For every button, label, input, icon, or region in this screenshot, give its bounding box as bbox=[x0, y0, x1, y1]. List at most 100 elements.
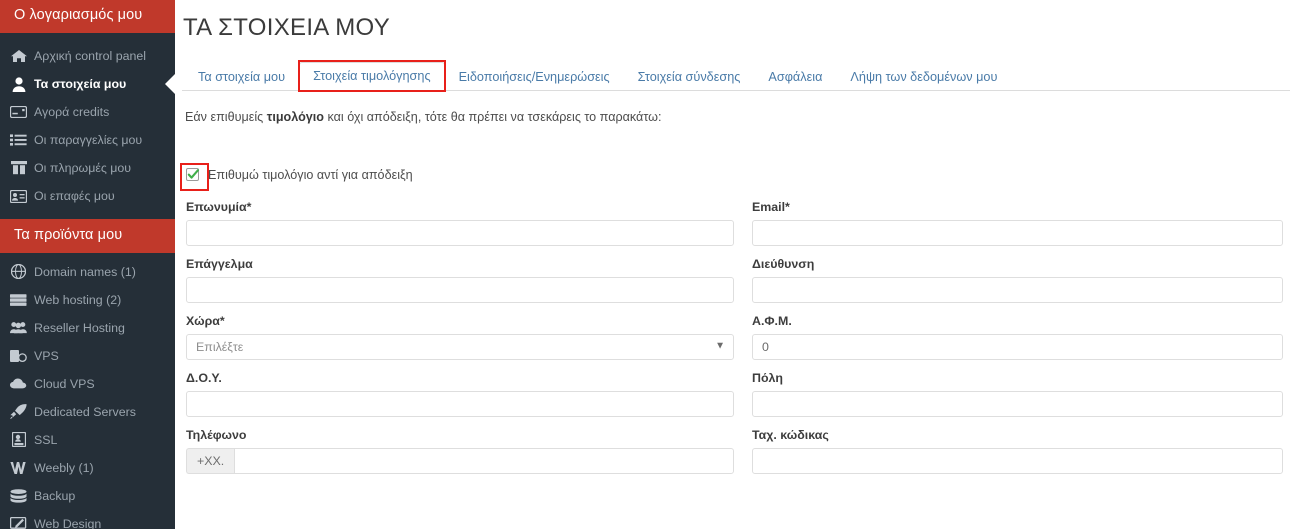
sidebar-item-label: SSL bbox=[34, 432, 58, 447]
city-label: Πόλη bbox=[752, 371, 783, 386]
field-vat-number: Α.Φ.Μ. bbox=[752, 314, 1283, 361]
sidebar-item-buy-credits[interactable]: Αγορά credits bbox=[0, 98, 175, 126]
home-icon bbox=[10, 49, 27, 64]
field-company-name: Επωνυμία* bbox=[186, 200, 734, 247]
tab-login-details[interactable]: Στοιχεία σύνδεσης bbox=[624, 63, 755, 92]
sidebar-item-weebly[interactable]: Weebly (1) bbox=[0, 454, 175, 482]
field-address: Διεύθυνση bbox=[752, 257, 1283, 304]
invoice-checkbox[interactable] bbox=[186, 167, 200, 181]
tab-label: Ασφάλεια bbox=[768, 70, 823, 84]
invoice-checkbox-label: Επιθυμώ τιμολόγιο αντί για απόδειξη bbox=[208, 168, 413, 183]
postal-code-label: Ταχ. κώδικας bbox=[752, 428, 829, 443]
sidebar-item-label: Cloud VPS bbox=[34, 376, 95, 391]
credit-card-icon bbox=[10, 105, 27, 120]
field-email: Email* bbox=[752, 200, 1283, 247]
sidebar-item-ssl[interactable]: SSL bbox=[0, 426, 175, 454]
intro-bold-term: τιμολόγιο bbox=[266, 110, 324, 124]
sidebar-item-web-design[interactable]: Web Design bbox=[0, 510, 175, 529]
phone-label: Τηλέφωνο bbox=[186, 428, 247, 443]
sidebar-item-label: Οι πληρωμές μου bbox=[34, 161, 132, 176]
sidebar-item-domain-names[interactable]: Domain names (1) bbox=[0, 258, 175, 286]
sidebar-products-list: Domain names (1) Web hosting (2) Reselle… bbox=[0, 258, 175, 529]
tax-office-input[interactable] bbox=[186, 391, 734, 418]
city-input[interactable] bbox=[752, 391, 1283, 418]
address-label: Διεύθυνση bbox=[752, 257, 815, 272]
profession-label: Επάγγελμα bbox=[186, 257, 253, 272]
country-select[interactable]: Επιλέξτε bbox=[186, 334, 734, 361]
main-content: ΤΑ ΣΤΟΙΧΕΙΑ ΜΟΥ Τα στοιχεία μου Στοιχεία… bbox=[175, 0, 1300, 529]
sidebar-item-my-contacts[interactable]: Οι επαφές μου bbox=[0, 182, 175, 210]
email-input[interactable] bbox=[752, 220, 1283, 247]
sidebar: Ο λογαριασμός μου Αρχική control panel Τ… bbox=[0, 0, 175, 529]
postal-code-input[interactable] bbox=[752, 448, 1283, 475]
intro-text: Εάν επιθυμείς τιμολόγιο και όχι απόδειξη… bbox=[182, 108, 1290, 126]
rocket-icon bbox=[10, 404, 27, 420]
design-icon bbox=[10, 516, 27, 529]
active-indicator-caret-icon bbox=[165, 73, 175, 96]
sidebar-item-my-details[interactable]: Τα στοιχεία μου bbox=[0, 70, 175, 98]
server-icon bbox=[10, 292, 27, 307]
phone-country-prefix: +XX. bbox=[186, 448, 235, 475]
country-label: Χώρα* bbox=[186, 314, 225, 329]
sidebar-item-label: Αγορά credits bbox=[34, 105, 110, 120]
tab-label: Ειδοποιήσεις/Ενημερώσεις bbox=[458, 70, 610, 84]
sidebar-item-label: Τα στοιχεία μου bbox=[34, 77, 127, 92]
phone-input-group: +XX. bbox=[186, 448, 734, 475]
sidebar-item-label: Dedicated Servers bbox=[34, 404, 136, 419]
email-label: Email* bbox=[752, 200, 790, 215]
country-select-wrap: Επιλέξτε ▼ bbox=[186, 334, 734, 361]
field-country: Χώρα* Επιλέξτε ▼ bbox=[186, 314, 734, 361]
intro-prefix: Εάν επιθυμείς bbox=[185, 110, 267, 124]
sidebar-item-label: Backup bbox=[34, 488, 76, 503]
tab-label: Τα στοιχεία μου bbox=[198, 70, 286, 84]
sidebar-item-label: Reseller Hosting bbox=[34, 320, 125, 335]
invoice-checkbox-highlight bbox=[180, 162, 209, 191]
account-page: Ο λογαριασμός μου Αρχική control panel Τ… bbox=[0, 0, 1300, 529]
vps-icon bbox=[10, 348, 27, 363]
sidebar-item-dedicated-servers[interactable]: Dedicated Servers bbox=[0, 398, 175, 426]
tab-security[interactable]: Ασφάλεια bbox=[754, 63, 836, 92]
tab-list: Τα στοιχεία μου Στοιχεία τιμολόγησης Ειδ… bbox=[182, 60, 1290, 92]
field-tax-office: Δ.Ο.Υ. bbox=[186, 371, 734, 418]
phone-input[interactable] bbox=[234, 448, 734, 475]
certificate-icon bbox=[10, 432, 27, 448]
sidebar-item-my-payments[interactable]: Οι πληρωμές μου bbox=[0, 154, 175, 182]
sidebar-item-cloud-vps[interactable]: Cloud VPS bbox=[0, 370, 175, 398]
tab-my-details[interactable]: Τα στοιχεία μου bbox=[184, 63, 299, 92]
invoice-checkbox-row: Επιθυμώ τιμολόγιο αντί για απόδειξη bbox=[180, 162, 1290, 191]
tab-label: Στοιχεία σύνδεσης bbox=[637, 70, 741, 84]
profession-input[interactable] bbox=[186, 277, 734, 304]
sidebar-item-backup[interactable]: Backup bbox=[0, 482, 175, 510]
sidebar-item-reseller-hosting[interactable]: Reseller Hosting bbox=[0, 314, 175, 342]
tab-label: Λήψη των δεδομένων μου bbox=[850, 70, 998, 84]
tab-download-my-data[interactable]: Λήψη των δεδομένων μου bbox=[836, 63, 1011, 92]
sidebar-item-label: Web Design bbox=[34, 516, 102, 529]
contacts-icon bbox=[10, 189, 27, 204]
sidebar-item-vps[interactable]: VPS bbox=[0, 342, 175, 370]
payments-icon bbox=[10, 161, 27, 176]
tab-bar: Τα στοιχεία μου Στοιχεία τιμολόγησης Ειδ… bbox=[182, 60, 1290, 92]
list-icon bbox=[10, 133, 27, 148]
cloud-icon bbox=[10, 376, 27, 391]
address-input[interactable] bbox=[752, 277, 1283, 304]
tax-office-label: Δ.Ο.Υ. bbox=[186, 371, 222, 386]
tab-notifications[interactable]: Ειδοποιήσεις/Ενημερώσεις bbox=[445, 63, 624, 92]
intro-suffix: και όχι απόδειξη, τότε θα πρέπει να τσεκ… bbox=[323, 110, 662, 124]
sidebar-item-label: VPS bbox=[34, 348, 59, 363]
globe-icon bbox=[10, 264, 27, 280]
tab-billing-details[interactable]: Στοιχεία τιμολόγησης bbox=[298, 60, 446, 92]
sidebar-item-label: Οι επαφές μου bbox=[34, 189, 115, 204]
sidebar-item-web-hosting[interactable]: Web hosting (2) bbox=[0, 286, 175, 314]
sidebar-item-label: Domain names (1) bbox=[34, 264, 136, 279]
sidebar-item-home[interactable]: Αρχική control panel bbox=[0, 42, 175, 70]
checkmark-icon bbox=[187, 168, 200, 179]
company-name-input[interactable] bbox=[186, 220, 734, 247]
sidebar-item-my-orders[interactable]: Οι παραγγελίες μου bbox=[0, 126, 175, 154]
field-city: Πόλη bbox=[752, 371, 1283, 418]
weebly-icon bbox=[10, 460, 27, 475]
field-profession: Επάγγελμα bbox=[186, 257, 734, 304]
sidebar-item-label: Αρχική control panel bbox=[34, 49, 147, 64]
sidebar-item-label: Web hosting (2) bbox=[34, 292, 122, 307]
vat-number-input[interactable] bbox=[752, 334, 1283, 361]
